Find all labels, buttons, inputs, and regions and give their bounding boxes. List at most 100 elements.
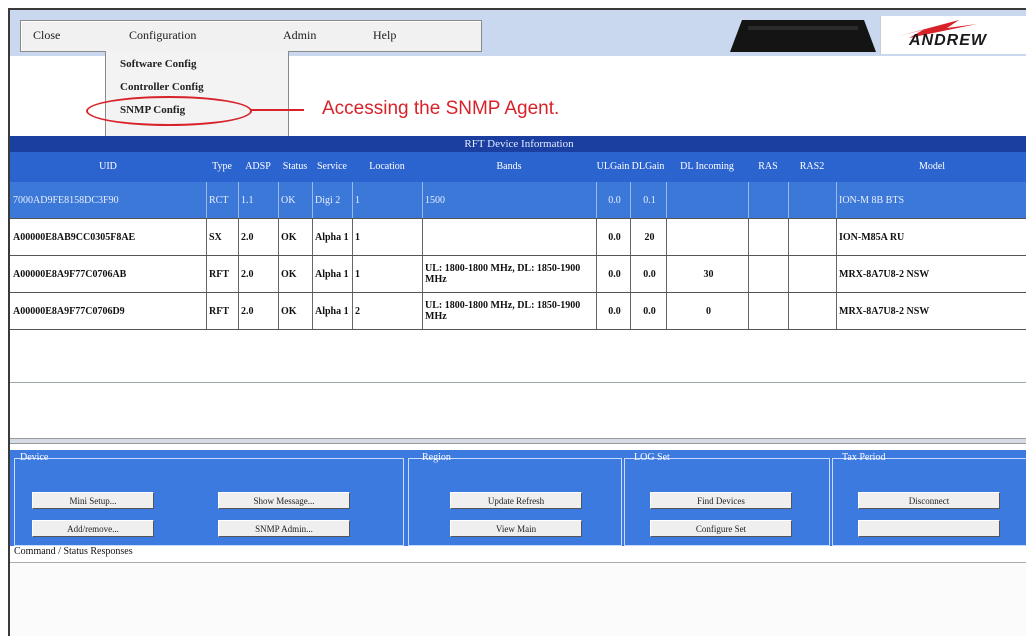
column-divider xyxy=(666,219,667,255)
column-divider xyxy=(836,219,837,255)
column-divider xyxy=(748,219,749,255)
column-divider xyxy=(278,293,279,329)
view-main-button[interactable]: View Main xyxy=(450,520,582,537)
panel-splitter[interactable] xyxy=(10,438,1026,444)
cell-location: 1 xyxy=(355,231,360,243)
col-ras2[interactable]: RAS2 xyxy=(788,152,836,182)
column-divider xyxy=(666,256,667,292)
column-divider xyxy=(238,293,239,329)
table-row[interactable]: 7000AD9FE8158DC3F90 RCT 1.1 OK Digi 2 1 1500 0.… xyxy=(10,182,1026,219)
col-location[interactable]: Location xyxy=(352,152,422,182)
cell-location: 2 xyxy=(355,305,360,317)
disconnect-button[interactable]: Disconnect xyxy=(858,492,1000,509)
column-divider xyxy=(278,182,279,218)
column-divider xyxy=(836,293,837,329)
table-row[interactable]: A00000E8AB9CC0305F8AE SX 2.0 OK Alpha 1 1 0.0 2… xyxy=(10,219,1026,256)
add-remove-button[interactable]: Add/remove... xyxy=(32,520,154,537)
column-divider xyxy=(206,219,207,255)
column-divider xyxy=(630,293,631,329)
snmp-admin-button[interactable]: SNMP Admin... xyxy=(218,520,350,537)
device-image xyxy=(730,20,876,52)
mini-setup-button[interactable]: Mini Setup... xyxy=(32,492,154,509)
column-divider xyxy=(312,256,313,292)
cell-type: RFT xyxy=(209,305,229,317)
update-refresh-button[interactable]: Update Refresh xyxy=(450,492,582,509)
column-divider xyxy=(422,219,423,255)
cell-type: RCT xyxy=(209,194,229,206)
menu-admin[interactable]: Admin xyxy=(283,28,316,43)
cell-ulgain: 0.0 xyxy=(608,305,621,317)
cell-service: Alpha 1 xyxy=(315,268,349,280)
table-row[interactable]: A00000E8A9F77C0706D9 RFT 2.0 OK Alpha 1 2 UL: … xyxy=(10,293,1026,330)
menu-configuration[interactable]: Configuration xyxy=(129,28,196,43)
column-divider xyxy=(278,219,279,255)
column-divider xyxy=(788,256,789,292)
cell-dlgain: 0.0 xyxy=(643,305,656,317)
cell-uid: A00000E8A9F77C0706AB xyxy=(13,268,127,280)
menu-item-software-config[interactable]: Software Config xyxy=(120,58,196,70)
column-divider xyxy=(788,182,789,218)
column-divider xyxy=(278,256,279,292)
cell-uid: A00000E8AB9CC0305F8AE xyxy=(13,231,136,243)
cell-status: OK xyxy=(281,268,297,280)
cell-dlgain: 0.1 xyxy=(643,194,656,206)
cell-adsp: 2.0 xyxy=(241,231,254,243)
find-devices-button[interactable]: Find Devices xyxy=(650,492,792,509)
col-bands[interactable]: Bands xyxy=(422,152,596,182)
column-divider xyxy=(312,182,313,218)
column-divider xyxy=(352,256,353,292)
group-region-label: Region xyxy=(422,452,451,463)
cell-status: OK xyxy=(281,231,297,243)
cell-status: OK xyxy=(281,194,296,206)
show-message-button[interactable]: Show Message... xyxy=(218,492,350,509)
cell-model: ION-M 8B BTS xyxy=(839,194,905,206)
col-adsp[interactable]: ADSP xyxy=(238,152,278,182)
logo-text: ANDREW xyxy=(909,32,987,49)
cell-adsp: 1.1 xyxy=(241,194,254,206)
cell-dl-incoming xyxy=(666,182,748,218)
cell-dlgain: 0.0 xyxy=(643,268,656,280)
table-title: RFT Device Information xyxy=(10,136,1026,152)
cell-uid: A00000E8A9F77C0706D9 xyxy=(13,305,125,317)
col-status[interactable]: Status xyxy=(278,152,312,182)
table-row[interactable]: A00000E8A9F77C0706AB RFT 2.0 OK Alpha 1 1 UL: … xyxy=(10,256,1026,293)
andrew-logo: ANDREW xyxy=(880,16,1026,54)
column-divider xyxy=(788,219,789,255)
col-service[interactable]: Service xyxy=(312,152,352,182)
column-divider xyxy=(630,182,631,218)
cell-ras xyxy=(748,256,788,292)
cell-ulgain: 0.0 xyxy=(608,194,621,206)
table-header: UID Type ADSP Status Service Location Ba… xyxy=(10,152,1026,182)
col-dl-incoming[interactable]: DL Incoming xyxy=(666,152,748,182)
menu-item-controller-config[interactable]: Controller Config xyxy=(120,81,204,93)
cell-bands: UL: 1800-1800 MHz, DL: 1850-1900 MHz xyxy=(425,263,581,285)
cell-dl-incoming: 30 xyxy=(703,268,714,280)
column-divider xyxy=(206,293,207,329)
cell-dlgain: 20 xyxy=(644,231,655,243)
column-divider xyxy=(748,182,749,218)
column-divider xyxy=(352,182,353,218)
col-model[interactable]: Model xyxy=(836,152,1026,182)
cell-type: RFT xyxy=(209,268,229,280)
column-divider xyxy=(596,256,597,292)
col-ulgain[interactable]: ULGain xyxy=(596,152,630,182)
col-ras[interactable]: RAS xyxy=(748,152,788,182)
configure-set-button[interactable]: Configure Set xyxy=(650,520,792,537)
col-uid[interactable]: UID xyxy=(10,152,206,182)
col-dlgain[interactable]: DLGain xyxy=(630,152,666,182)
cell-ulgain: 0.0 xyxy=(608,231,621,243)
cell-ras xyxy=(748,219,788,255)
column-divider xyxy=(312,293,313,329)
col-type[interactable]: Type xyxy=(206,152,238,182)
column-divider xyxy=(238,219,239,255)
menu-help[interactable]: Help xyxy=(373,28,396,43)
command-output-area[interactable] xyxy=(10,562,1026,636)
menu-bar: Close Configuration Admin Help xyxy=(20,20,482,52)
menu-close[interactable]: Close xyxy=(33,28,60,43)
column-divider xyxy=(748,293,749,329)
column-divider xyxy=(836,182,837,218)
cell-ulgain: 0.0 xyxy=(608,268,621,280)
callout-highlight-ellipse xyxy=(86,96,252,126)
cell-location: 1 xyxy=(355,194,360,206)
group-device-label: Device xyxy=(20,452,49,463)
